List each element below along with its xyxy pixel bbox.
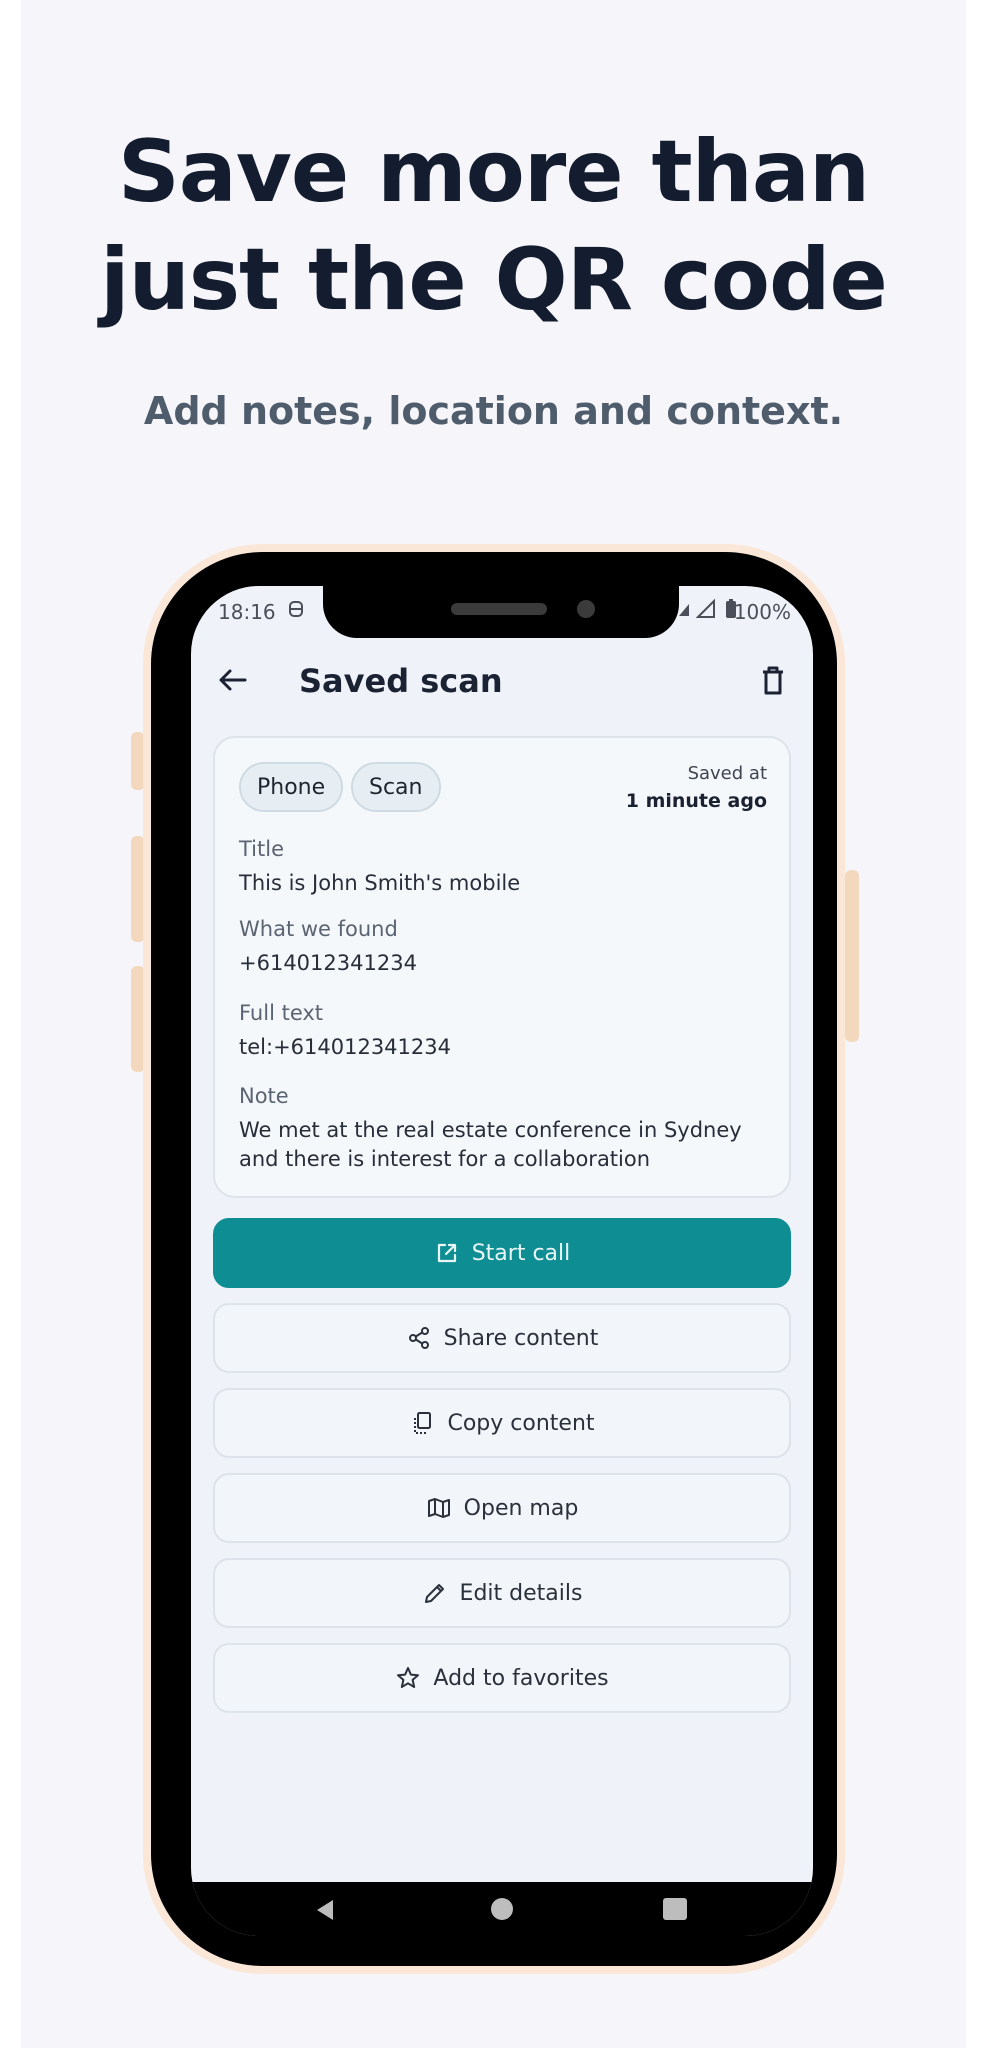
edit-details-label: Edit details <box>459 1580 583 1606</box>
back-button[interactable] <box>215 662 251 698</box>
add-to-favorites-label: Add to favorites <box>433 1665 609 1691</box>
title-label: Title <box>239 837 285 861</box>
star-icon <box>397 1667 420 1688</box>
status-time: 18:16 <box>218 600 276 624</box>
notification-icon <box>287 599 305 624</box>
app-bar: Saved scan <box>191 638 813 722</box>
add-to-favorites-button[interactable]: Add to favorites <box>213 1643 791 1713</box>
saved-at-value: 1 minute ago <box>625 790 767 812</box>
battery-percent: 100% <box>733 600 791 624</box>
open-map-button[interactable]: Open map <box>213 1473 791 1543</box>
share-content-button[interactable]: Share content <box>213 1303 791 1373</box>
external-link-icon <box>437 1243 456 1263</box>
phone-power-button <box>845 870 859 1042</box>
pencil-icon <box>424 1584 444 1603</box>
note-value: We met at the real estate conference in … <box>239 1118 742 1171</box>
nav-recents-icon[interactable] <box>663 1898 687 1920</box>
start-call-label: Start call <box>471 1240 571 1266</box>
nav-back-icon[interactable] <box>313 1898 337 1922</box>
scan-details-card: Phone Scan Saved at 1 minute ago Title T… <box>213 736 791 1198</box>
chip-phone[interactable]: Phone <box>239 762 344 812</box>
delete-button[interactable] <box>755 662 791 698</box>
arrow-left-icon <box>219 669 247 691</box>
note-label: Note <box>239 1084 289 1108</box>
copy-content-button[interactable]: Copy content <box>213 1388 791 1458</box>
nav-home-icon[interactable] <box>491 1898 513 1920</box>
found-label: What we found <box>239 917 398 941</box>
page-title: Saved scan <box>299 662 503 700</box>
start-call-button[interactable]: Start call <box>213 1218 791 1288</box>
signal-icon <box>695 598 716 624</box>
full-text-label: Full text <box>239 1001 324 1025</box>
share-icon <box>408 1327 429 1349</box>
map-icon <box>427 1498 450 1518</box>
speaker-grille <box>451 603 547 615</box>
system-nav-bar <box>191 1882 813 1936</box>
headline-line-2: just the QR code <box>100 230 888 330</box>
headline-line-1: Save more than <box>117 122 870 222</box>
promo-headline: Save more than just the QR code <box>21 118 966 334</box>
promo-subtitle: Add notes, location and context. <box>143 389 844 433</box>
chip-scan[interactable]: Scan <box>351 762 441 812</box>
front-camera <box>577 600 595 618</box>
phone-screen: 18:16 100% Saved scan Phone Scan Saved a… <box>191 586 813 1936</box>
copy-content-label: Copy content <box>447 1410 595 1436</box>
title-value: This is John Smith's mobile <box>239 871 521 895</box>
saved-at-label: Saved at <box>687 763 767 784</box>
wifi-icon <box>677 599 691 623</box>
phone-bezel: 18:16 100% Saved scan Phone Scan Saved a… <box>151 552 837 1966</box>
copy-icon <box>414 1412 432 1434</box>
edit-details-button[interactable]: Edit details <box>213 1558 791 1628</box>
found-value: +614012341234 <box>239 951 417 975</box>
share-content-label: Share content <box>443 1325 599 1351</box>
phone-frame: 18:16 100% Saved scan Phone Scan Saved a… <box>143 544 845 1974</box>
phone-notch <box>323 586 679 638</box>
open-map-label: Open map <box>463 1495 579 1521</box>
trash-icon <box>763 666 783 695</box>
full-text-value: tel:+614012341234 <box>239 1035 451 1059</box>
